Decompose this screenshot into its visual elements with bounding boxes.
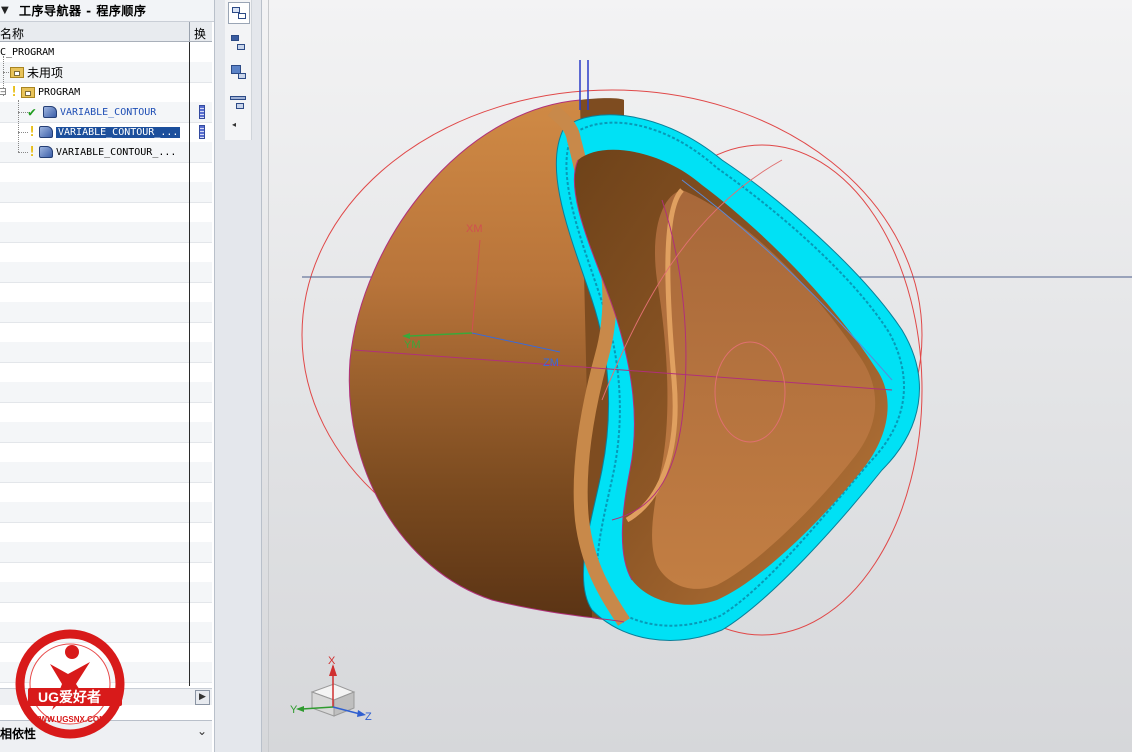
tree-row-background	[0, 362, 212, 383]
collapse-arrow-icon[interactable]: ◂	[232, 120, 236, 129]
operation-tool-icon	[39, 126, 53, 138]
operation-label-selected: VARIABLE_CONTOUR_...	[56, 126, 181, 138]
machine-tool-navigator-tab[interactable]	[228, 33, 250, 55]
list-item[interactable]: C_PROGRAM	[0, 43, 54, 61]
tree-row-background	[0, 382, 212, 403]
tree-row-background	[0, 162, 212, 183]
tool-change-icon	[199, 125, 205, 139]
part-navigator-tab[interactable]	[228, 62, 250, 84]
tree-row-background	[0, 402, 212, 423]
operation-tool-icon	[39, 146, 53, 158]
regenerate-warning-icon: !	[28, 145, 36, 160]
tree-row-background	[0, 502, 212, 523]
column-separator[interactable]	[189, 22, 190, 41]
logo-url-text: WWW.UGSNX.COM	[32, 715, 106, 724]
program-label: PROGRAM	[38, 86, 81, 98]
regenerate-warning-icon: !	[10, 85, 18, 100]
scroll-right-icon[interactable]: ▶	[195, 690, 210, 705]
tree-row-background	[0, 542, 212, 563]
tree-row-background	[0, 182, 212, 203]
unused-items-label: 未用项	[27, 65, 64, 80]
zm-label: ZM	[543, 357, 559, 369]
checkmark-icon: ✔	[28, 105, 36, 120]
pin-icon[interactable]: ▼	[1, 5, 9, 16]
tree-row-background	[0, 302, 212, 323]
program-root-label: C_PROGRAM	[0, 46, 55, 58]
y-axis-label: Y	[290, 704, 298, 716]
operation-tree: − C_PROGRAM 未用项 ! PROGRAM ✔ VARIABLE_CON…	[0, 42, 212, 686]
tree-row-background	[0, 262, 212, 283]
details-panel-header[interactable]	[0, 743, 212, 752]
xm-label: XM	[466, 223, 483, 235]
tree-row-background	[0, 602, 212, 623]
tree-row-background	[0, 322, 212, 343]
model-view[interactable]: XM YM ZM X Y Z	[262, 0, 1132, 752]
tool-change-icon	[199, 105, 205, 119]
tree-row-background	[0, 242, 212, 263]
operation-label: VARIABLE_CONTOUR	[60, 106, 157, 118]
x-axis-label: X	[328, 655, 336, 667]
tree-row-background	[0, 462, 212, 483]
tree-row-background	[0, 202, 212, 223]
regenerate-warning-icon: !	[28, 125, 36, 140]
list-item[interactable]: ! VARIABLE_CONTOUR_...	[28, 123, 181, 141]
chevron-down-icon[interactable]: ⌄	[194, 723, 210, 739]
operation-label: VARIABLE_CONTOUR_...	[56, 146, 177, 158]
ugsnx-logo: UG爱好者 WWW.UGSNX.COM	[15, 629, 125, 739]
history-navigator-tab[interactable]	[228, 91, 250, 113]
program-group-icon	[10, 66, 24, 78]
column-header: 名称 换	[0, 22, 212, 42]
tree-row-background	[0, 442, 212, 463]
graphics-window[interactable]: XM YM ZM X Y Z	[262, 0, 1132, 752]
tree-row-background	[0, 582, 212, 603]
operation-navigator-tab[interactable]	[228, 2, 250, 24]
tree-row-background	[0, 522, 212, 543]
view-triad: X Y Z	[290, 655, 372, 723]
program-group-icon	[21, 86, 35, 98]
tree-row-background	[0, 282, 212, 303]
ym-label: YM	[404, 339, 421, 351]
resource-bar: ◂	[214, 0, 262, 752]
swap-column-header[interactable]: 换	[194, 25, 206, 42]
name-column-header[interactable]: 名称	[0, 25, 24, 42]
tree-row-background	[0, 482, 212, 503]
column-divider	[189, 42, 190, 686]
logo-brand-text: UG爱好者	[38, 689, 101, 705]
tree-row-background	[0, 222, 212, 243]
operation-tool-icon	[43, 106, 57, 118]
navigator-title: 工序导航器 - 程序顺序	[19, 4, 147, 18]
tree-row-background	[0, 342, 212, 363]
collapse-toggle[interactable]: −	[0, 88, 6, 96]
navigator-title-bar: ▼ 工序导航器 - 程序顺序	[0, 0, 214, 22]
tree-row-background	[0, 422, 212, 443]
tree-row-background	[0, 562, 212, 583]
list-item[interactable]: 未用项	[10, 63, 63, 81]
list-item[interactable]: ! PROGRAM	[10, 83, 80, 101]
list-item[interactable]: ! VARIABLE_CONTOUR_...	[28, 143, 176, 161]
list-item[interactable]: ✔ VARIABLE_CONTOUR	[28, 103, 156, 121]
z-axis-label: Z	[365, 711, 372, 723]
